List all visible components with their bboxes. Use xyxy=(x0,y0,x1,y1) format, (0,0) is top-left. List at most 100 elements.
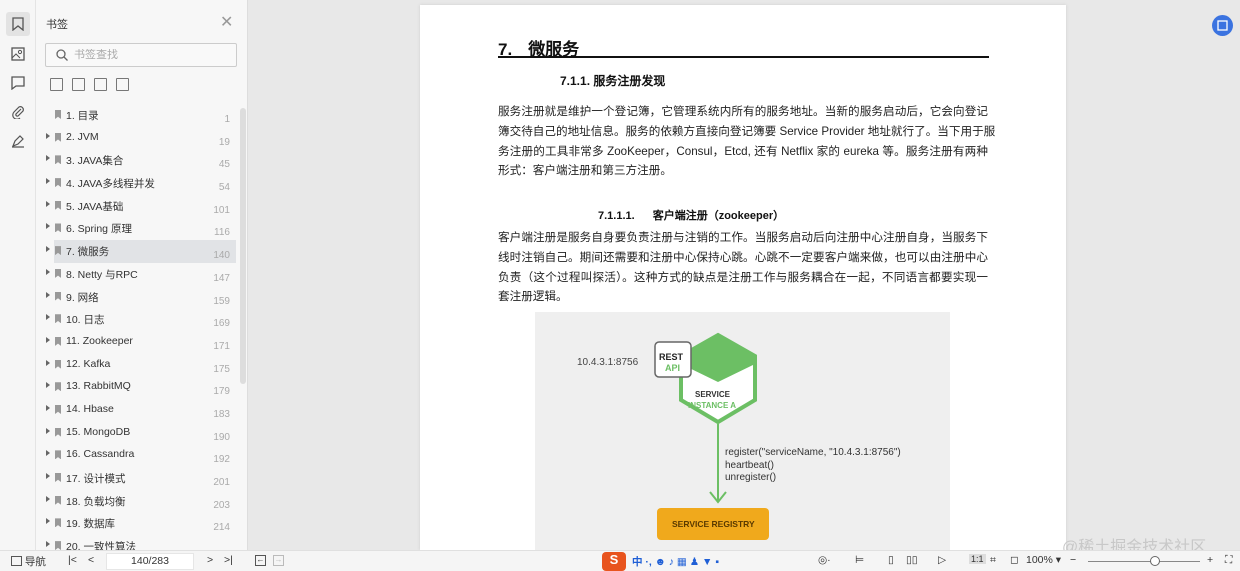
expand-arrow-icon[interactable] xyxy=(46,291,50,298)
expand-arrow-icon[interactable] xyxy=(46,450,50,457)
bookmark-sidebar: 书签 ✕ 1. 目录12. JVM193. JAVA集合454. JAVA多线程… xyxy=(36,0,248,550)
bookmark-item[interactable]: 9. 网络 159 xyxy=(44,286,236,309)
zoom-out-button[interactable]: − xyxy=(1070,554,1076,566)
bookmark-item[interactable]: 17. 设计模式 201 xyxy=(44,467,236,490)
eye-mode-icon[interactable]: ◎· xyxy=(818,554,831,566)
page-number-input[interactable]: 140/283 xyxy=(106,553,194,570)
expand-arrow-icon[interactable] xyxy=(46,518,50,525)
bookmark-item[interactable]: 5. JAVA基础 101 xyxy=(44,195,236,218)
expand-arrow-icon[interactable] xyxy=(46,314,50,321)
expand-arrow-icon[interactable] xyxy=(46,541,50,548)
bookmark-label: 1. 目录 xyxy=(66,110,99,122)
bookmark-icon xyxy=(55,404,61,414)
bookmark-label: 14. Hbase xyxy=(66,402,114,415)
zoom-slider-handle[interactable] xyxy=(1150,556,1161,566)
bookmark-item[interactable]: 8. Netty 与RPC 147 xyxy=(44,263,236,286)
bookmark-item[interactable]: 16. Cassandra 192 xyxy=(44,444,236,467)
bookmark-item[interactable]: 19. 数据库 214 xyxy=(44,512,236,535)
bookmark-icon xyxy=(55,178,61,188)
expand-arrow-icon[interactable] xyxy=(46,223,50,230)
double-page-icon[interactable]: ▯▯ xyxy=(906,554,918,566)
expand-arrow-icon[interactable] xyxy=(46,427,50,434)
close-icon[interactable]: ✕ xyxy=(220,12,233,32)
bookmark-label: 13. RabbitMQ xyxy=(66,380,131,393)
bookmark-item[interactable]: 14. Hbase 183 xyxy=(44,399,236,422)
zoom-select[interactable]: 100% ▾ xyxy=(1026,554,1061,566)
navigation-toggle[interactable]: 导航 xyxy=(11,554,46,569)
expand-arrow-icon[interactable] xyxy=(46,382,50,389)
zoom-slider[interactable] xyxy=(1088,561,1200,562)
bookmark-item[interactable]: 2. JVM 19 xyxy=(44,127,236,150)
bookmark-icon xyxy=(55,450,61,460)
fit-width-icon[interactable]: ⊨ xyxy=(855,554,864,566)
search-icon xyxy=(56,49,68,61)
signature-icon[interactable] xyxy=(6,129,30,153)
bookmark-item[interactable]: 3. JAVA集合 45 xyxy=(44,149,236,172)
back-icon[interactable]: ← xyxy=(255,555,266,566)
attachment-icon[interactable] xyxy=(6,100,30,124)
bookmark-item[interactable]: 13. RabbitMQ 179 xyxy=(44,376,236,399)
prev-page-button[interactable]: < xyxy=(88,554,94,566)
bookmark-search[interactable] xyxy=(45,43,237,67)
bookmark-icon xyxy=(55,314,61,324)
zoom-in-button[interactable]: + xyxy=(1207,554,1213,566)
instance-label: INSTANCE A xyxy=(688,401,736,410)
ime-logo-icon[interactable]: S xyxy=(602,552,626,571)
floating-tool-button[interactable] xyxy=(1212,15,1233,36)
bookmark-item[interactable]: 11. Zookeeper 171 xyxy=(44,331,236,354)
actual-size-icon[interactable]: 1:1 xyxy=(969,554,986,564)
bookmark-icon xyxy=(55,268,61,278)
bookmark-panel-button[interactable] xyxy=(6,12,30,36)
bookmark-page: 179 xyxy=(213,386,230,398)
bookmark-page: 19 xyxy=(218,136,230,148)
bookmark-label: 12. Kafka xyxy=(66,357,111,370)
expand-arrow-icon[interactable] xyxy=(46,404,50,411)
expand-arrow-icon[interactable] xyxy=(46,132,50,139)
bookmark-item[interactable]: 4. JAVA多线程并发 54 xyxy=(44,172,236,195)
next-page-button[interactable]: > xyxy=(207,554,213,566)
expand-arrow-icon[interactable] xyxy=(46,495,50,502)
comment-panel-button[interactable] xyxy=(6,71,30,95)
bookmark-search-input[interactable] xyxy=(74,49,224,61)
address-label: 10.4.3.1:8756 xyxy=(577,357,639,368)
single-page-icon[interactable]: ▯ xyxy=(888,554,894,566)
bookmark-item[interactable]: 7. 微服务 140 xyxy=(46,240,236,263)
expand-arrow-icon[interactable] xyxy=(46,246,50,253)
expand-arrow-icon[interactable] xyxy=(46,200,50,207)
ime-toolbar-icons[interactable]: 中 ·, ☻ ♪ ▦ ♟ ▼ ▪ xyxy=(632,554,719,569)
expand-arrow-icon[interactable] xyxy=(46,155,50,162)
bookmark-page: 183 xyxy=(213,408,230,420)
bookmark-page: 159 xyxy=(213,295,230,307)
bookmark-item[interactable]: 6. Spring 原理 116 xyxy=(44,217,236,240)
bookmark-item[interactable]: 20. 一致性算法 xyxy=(44,535,236,550)
add-bookmark-icon[interactable] xyxy=(94,78,107,91)
expand-arrow-icon[interactable] xyxy=(46,178,50,185)
bookmark-item[interactable]: 15. MongoDB 190 xyxy=(44,422,236,445)
bookmark-page: 169 xyxy=(213,318,230,330)
api-label: API xyxy=(665,363,681,373)
first-page-button[interactable]: |< xyxy=(68,554,77,566)
bookmark-page: 171 xyxy=(213,340,230,352)
bookmark-item[interactable]: 12. Kafka 175 xyxy=(44,354,236,377)
fullscreen-icon[interactable]: ⛶ xyxy=(1225,554,1232,567)
thumbnail-panel-button[interactable] xyxy=(6,42,30,66)
fit-window-icon[interactable]: ◻ xyxy=(1010,554,1019,566)
expand-arrow-icon[interactable] xyxy=(46,359,50,366)
bookmark-icon xyxy=(55,495,61,505)
expand-arrow-icon[interactable] xyxy=(46,473,50,479)
expand-all-icon[interactable] xyxy=(50,78,63,91)
play-icon[interactable]: ▷ xyxy=(938,554,946,566)
collapse-all-icon[interactable] xyxy=(72,78,85,91)
bookmark-label: 8. Netty 与RPC xyxy=(66,268,138,281)
bookmark-item[interactable]: 10. 日志 169 xyxy=(44,308,236,331)
bookmark-list: 1. 目录 1 2. JVM 19 3. JAVA集合 45 4. JAVA多线程并发 54 5… xyxy=(44,104,236,550)
bookmark-item[interactable]: 1. 目录 1 xyxy=(44,104,236,127)
last-page-button[interactable]: >| xyxy=(224,554,233,566)
bookmark-item[interactable]: 18. 负载均衡 203 xyxy=(44,490,236,513)
remove-bookmark-icon[interactable] xyxy=(116,78,129,91)
expand-arrow-icon[interactable] xyxy=(46,268,50,275)
forward-icon[interactable]: → xyxy=(273,555,284,566)
expand-arrow-icon[interactable] xyxy=(46,336,50,343)
fit-page-icon[interactable]: ⌗ xyxy=(990,554,996,567)
sidebar-scrollbar[interactable] xyxy=(240,108,246,384)
